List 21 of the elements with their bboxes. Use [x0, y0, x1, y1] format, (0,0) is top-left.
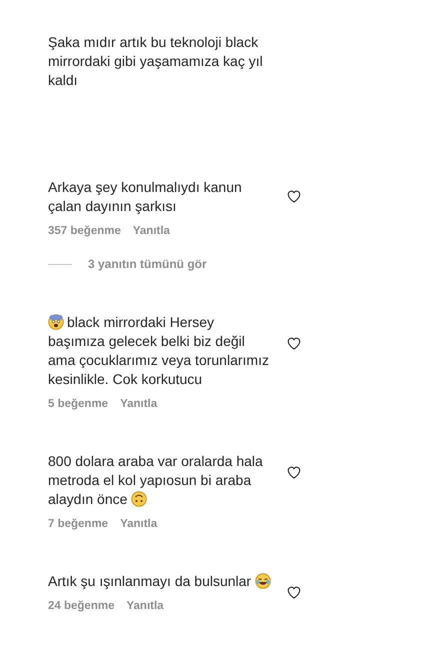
comment-text: 800 dolara araba var oralarda hala metroda el kol yapıosun bi araba alaydın önce [48, 452, 264, 509]
heart-icon[interactable] [286, 464, 302, 480]
view-replies-link[interactable]: 3 yanıtın tümünü gör [88, 257, 207, 271]
like-count: 7 beğenme [48, 518, 108, 530]
like-count: 5 beğenme [48, 398, 108, 410]
reply-link[interactable]: Yanıtla [120, 398, 158, 410]
post-caption: Şaka mıdır artık bu teknoloji black mirrordaki gibi yaşamamıza kaç yıl kaldı [48, 33, 264, 90]
reply-link[interactable]: Yanıtla [120, 518, 158, 530]
fearful-face-icon [48, 314, 64, 330]
heart-icon[interactable] [286, 188, 302, 204]
like-count: 24 beğenme [48, 600, 114, 612]
reply-link[interactable]: Yanıtla [132, 225, 170, 237]
laughing-face-icon [255, 573, 271, 589]
comment-text: Arkaya şey konulmalıydı kanun çalan dayının şarkısı [48, 178, 243, 216]
comment-text: Artık şu ışınlanmayı da bulsunlar [48, 572, 274, 591]
comment-text: black mirrordaki Hersey başımıza gelecek belki biz değil ama çocuklarımız veya torunlarımız kesinlikle. Cok korkutucu [48, 313, 270, 389]
upside-down-face-icon [131, 491, 148, 507]
like-count: 357 beğenme [48, 225, 121, 237]
reply-link[interactable]: Yanıtla [126, 600, 164, 612]
heart-icon[interactable] [286, 584, 302, 600]
heart-icon[interactable] [286, 335, 302, 351]
